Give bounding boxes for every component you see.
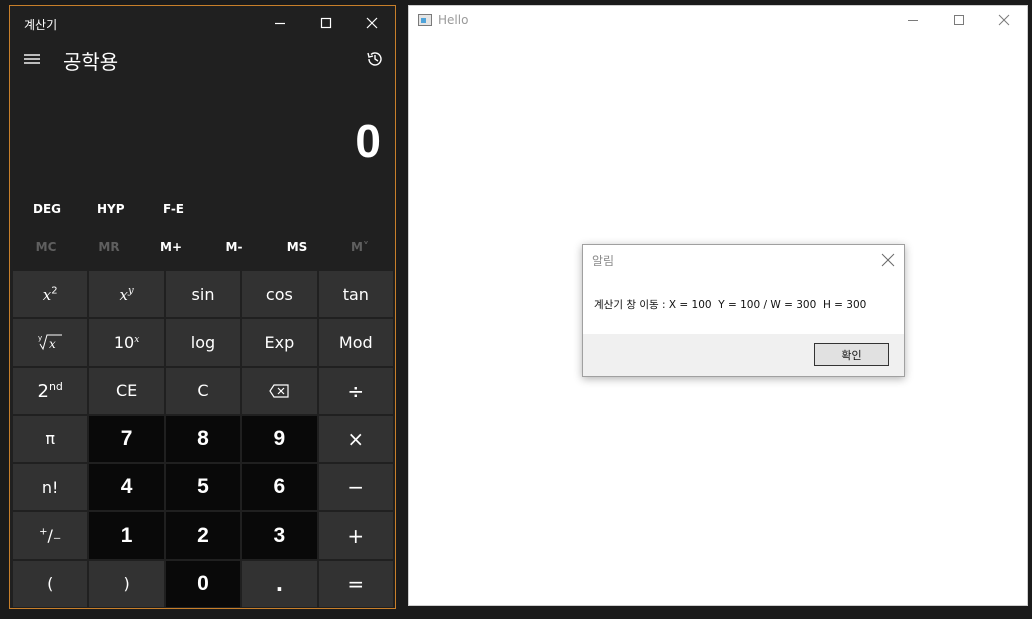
digit-9-button[interactable]: 9 [242, 415, 317, 463]
close-icon [366, 17, 378, 29]
digit-5-button[interactable]: 5 [165, 464, 241, 511]
multiply-button[interactable]: × [318, 415, 393, 463]
minus-button[interactable]: − [318, 464, 393, 511]
backspace-icon [269, 384, 289, 398]
hello-maximize-button[interactable] [936, 6, 982, 34]
negate-button[interactable]: +/₋ [13, 512, 88, 559]
minimize-button[interactable] [257, 6, 303, 40]
close-paren-button[interactable]: ) [89, 560, 164, 607]
exp-button[interactable]: Exp [242, 319, 317, 366]
tan-button[interactable]: tan [318, 271, 393, 318]
minimize-icon [908, 20, 918, 21]
memory-row: MC MR M+ M- MS M˅ [10, 240, 395, 264]
memory-add-button[interactable]: M+ [139, 240, 203, 254]
hamburger-menu-icon[interactable] [22, 49, 42, 69]
power-symbol: xy [119, 285, 134, 304]
app-window-icon [418, 14, 432, 26]
minimize-icon [275, 22, 285, 25]
nth-root-icon: y x [38, 334, 63, 351]
plus-button[interactable]: + [318, 512, 393, 559]
negate-symbol: +/₋ [39, 526, 62, 546]
digit-3-button[interactable]: 3 [242, 512, 317, 559]
mod-button[interactable]: Mod [318, 319, 393, 366]
equals-button[interactable]: = [318, 560, 393, 607]
dialog-title: 알림 [592, 254, 615, 268]
digit-1-button[interactable]: 1 [89, 512, 164, 559]
close-button[interactable] [349, 6, 395, 40]
history-icon[interactable] [365, 49, 385, 69]
dialog-footer: 확인 [583, 334, 904, 376]
calculator-window: 계산기 공학용 0 DEG HYP F-E MC MR M+ M- MS M˅ … [9, 5, 396, 609]
keypad: x2 xy sin cos tan y x 10x log Exp Mod 2n… [13, 271, 393, 607]
hello-close-button[interactable] [981, 6, 1027, 34]
memory-recall-button[interactable]: MR [77, 240, 141, 254]
hello-minimize-button[interactable] [890, 6, 936, 34]
open-paren-button[interactable]: ( [13, 560, 88, 607]
ten-power-symbol: 10x [113, 332, 140, 352]
digit-2-button[interactable]: 2 [165, 512, 241, 559]
alert-dialog: 알림 계산기 창 이동 : X = 100 Y = 100 / W = 300 … [582, 244, 905, 377]
cos-button[interactable]: cos [242, 271, 317, 318]
memory-list-button[interactable]: M˅ [328, 240, 392, 254]
calculator-mode-title: 공학용 [63, 50, 119, 74]
root-y-button[interactable]: y x [13, 319, 88, 366]
svg-text:x: x [49, 337, 56, 351]
second-symbol: 2nd [37, 379, 63, 402]
backspace-button[interactable] [242, 367, 317, 414]
digit-8-button[interactable]: 8 [165, 415, 241, 463]
maximize-button[interactable] [303, 6, 349, 40]
hello-window-title: Hello [438, 13, 469, 27]
ten-power-button[interactable]: 10x [89, 319, 164, 366]
clear-entry-button[interactable]: CE [89, 367, 164, 414]
dialog-close-button[interactable] [880, 252, 896, 268]
deg-button[interactable]: DEG [33, 202, 61, 216]
svg-text:y: y [38, 334, 42, 342]
result-display: 0 [355, 115, 381, 167]
memory-store-button[interactable]: MS [265, 240, 329, 254]
decimal-button[interactable]: . [242, 560, 317, 607]
pi-button[interactable]: π [13, 415, 88, 463]
digit-7-button[interactable]: 7 [89, 415, 164, 463]
calculator-titlebar[interactable]: 계산기 [10, 6, 395, 40]
ok-button[interactable]: 확인 [814, 343, 889, 366]
square-symbol: x2 [42, 285, 58, 304]
memory-clear-button[interactable]: MC [14, 240, 78, 254]
factorial-button[interactable]: n! [13, 464, 88, 511]
clear-button[interactable]: C [165, 367, 241, 414]
fe-button[interactable]: F-E [163, 202, 184, 216]
square-button[interactable]: x2 [13, 271, 88, 318]
power-button[interactable]: xy [89, 271, 164, 318]
digit-4-button[interactable]: 4 [89, 464, 164, 511]
close-icon [881, 253, 895, 267]
maximize-icon [320, 17, 332, 29]
digit-0-button[interactable]: 0 [165, 560, 241, 607]
divide-button[interactable]: ÷ [318, 367, 393, 414]
log-button[interactable]: log [165, 319, 241, 366]
dialog-message: 계산기 창 이동 : X = 100 Y = 100 / W = 300 H =… [594, 299, 867, 311]
close-icon [998, 14, 1010, 26]
digit-6-button[interactable]: 6 [242, 464, 317, 511]
second-function-button[interactable]: 2nd [13, 367, 88, 414]
calculator-app-title: 계산기 [24, 18, 58, 32]
sin-button[interactable]: sin [165, 271, 241, 318]
memory-subtract-button[interactable]: M- [202, 240, 266, 254]
hyp-button[interactable]: HYP [97, 202, 125, 216]
maximize-icon [954, 15, 964, 25]
angle-mode-row: DEG HYP F-E [10, 202, 395, 226]
